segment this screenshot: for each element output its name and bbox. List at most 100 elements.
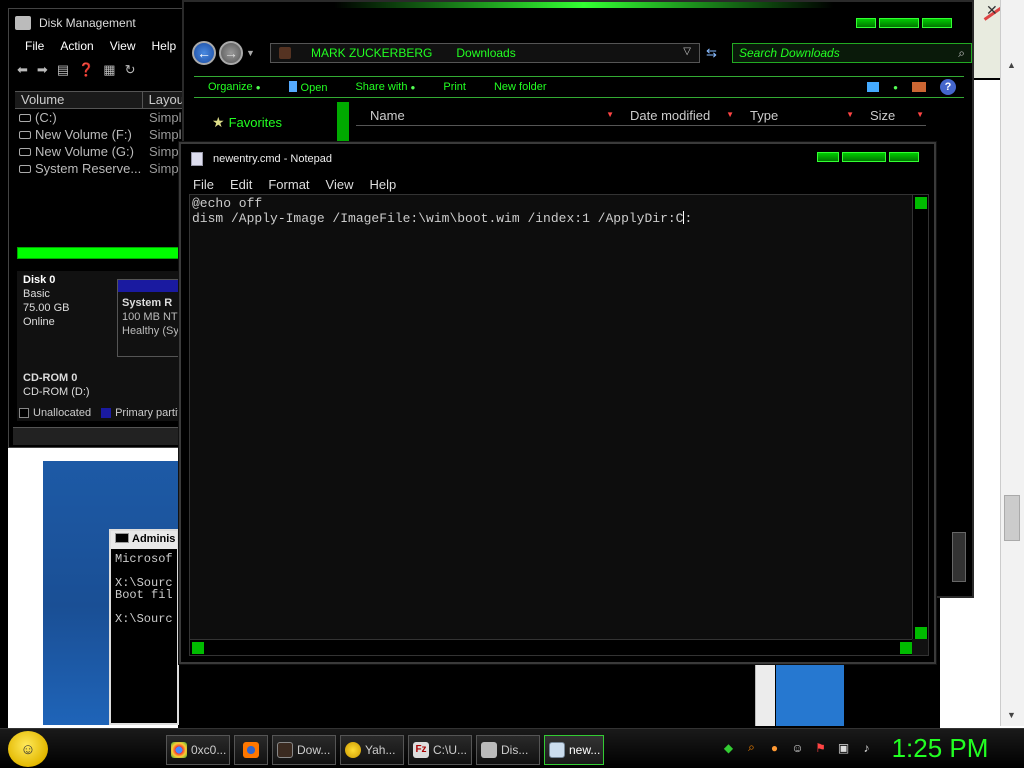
menu-file[interactable]: File <box>193 177 214 192</box>
column-volume[interactable]: Volume <box>15 92 143 108</box>
column-name[interactable]: Name ▼ <box>356 106 616 126</box>
messenger-tray-icon[interactable]: ● <box>766 739 783 756</box>
search-icon[interactable]: ⌕ <box>743 739 760 756</box>
close-button[interactable] <box>889 152 919 162</box>
breadcrumb-downloads[interactable]: Downloads <box>456 46 515 62</box>
scroll-up-button[interactable] <box>915 197 927 209</box>
address-dropdown-icon[interactable]: ▽ <box>683 46 691 57</box>
view-options-icon[interactable]: ● <box>893 83 898 92</box>
taskbar-item-firefox[interactable] <box>234 735 268 765</box>
volume-row[interactable]: System Reserve... Simp <box>15 160 185 177</box>
legend: Unallocated Primary partiti <box>19 407 183 419</box>
cdrom-info[interactable]: CD-ROM 0 CD-ROM (D:) <box>23 371 90 399</box>
favorites-item[interactable]: ★ Favorites <box>194 114 349 131</box>
notepad-icon <box>191 152 203 166</box>
network-icon[interactable]: ▣ <box>835 739 852 756</box>
back-button[interactable]: ← <box>192 41 216 65</box>
refresh-icon[interactable]: ↻ <box>125 62 136 78</box>
taskbar-item-filezilla[interactable]: Fz C:\U... <box>408 735 472 765</box>
cdrom-name: CD-ROM 0 <box>23 372 78 384</box>
change-view-icon[interactable] <box>867 82 880 92</box>
taskbar-item-disk-management[interactable]: Dis... <box>476 735 540 765</box>
minimize-button[interactable] <box>856 18 876 28</box>
volume-row[interactable]: New Volume (F:) Simpl <box>15 126 185 143</box>
drive-icon <box>19 131 31 139</box>
taskbar-item-yahoo[interactable]: Yah... <box>340 735 404 765</box>
open-button[interactable]: Open <box>288 80 328 94</box>
new-folder-button[interactable]: New folder <box>494 81 547 93</box>
taskbar-item-downloads[interactable]: Dow... <box>272 735 336 765</box>
resize-grip[interactable] <box>912 639 928 655</box>
notepad-text-area[interactable]: @echo off dism /Apply-Image /ImageFile:\w… <box>189 194 929 656</box>
close-button[interactable] <box>922 18 952 28</box>
help-icon[interactable]: ❓ <box>78 62 94 78</box>
nav-pane-scrollbar[interactable] <box>337 102 349 142</box>
disk0-info[interactable]: Disk 0 Basic 75.00 GB Online <box>23 273 69 329</box>
dm-menu-help[interactable]: Help <box>152 39 177 57</box>
forward-button[interactable]: → <box>219 41 243 65</box>
scroll-down-button[interactable] <box>915 627 927 639</box>
taskbar-item-chrome[interactable]: 0xc0... <box>166 735 230 765</box>
volume-row[interactable]: New Volume (G:) Simp <box>15 143 185 160</box>
dm-horizontal-scrollbar[interactable] <box>17 247 185 259</box>
column-date-modified[interactable]: Date modified ▼ <box>616 106 736 126</box>
command-prompt-window[interactable]: Adminis Microsof X:\Sourc Boot fil X:\Sou… <box>109 529 179 725</box>
notepad-horizontal-scrollbar[interactable] <box>190 639 914 655</box>
clock[interactable]: 1:25 PM <box>880 733 1000 764</box>
dm-menu-action[interactable]: Action <box>60 39 93 57</box>
console-tree-icon[interactable]: ▤ <box>57 62 69 78</box>
notepad-vertical-scrollbar[interactable] <box>912 195 928 641</box>
start-button-smiley-icon[interactable]: ☺ <box>8 731 48 767</box>
explorer-scrollbar-thumb[interactable] <box>952 532 966 582</box>
scroll-right-button[interactable] <box>900 642 912 654</box>
help-icon[interactable]: ? <box>940 79 956 95</box>
scroll-up-icon[interactable]: ▲ <box>1007 60 1016 70</box>
menu-format[interactable]: Format <box>268 177 309 192</box>
organize-button[interactable]: Organize ● <box>208 81 261 93</box>
volume-icon[interactable]: ♪ <box>858 739 875 756</box>
window-controls <box>856 18 952 30</box>
maximize-button[interactable] <box>879 18 919 28</box>
print-button[interactable]: Print <box>443 81 466 93</box>
dm-menu-view[interactable]: View <box>110 39 136 57</box>
dm-titlebar: Disk Management <box>9 9 183 37</box>
maximize-button[interactable] <box>842 152 886 162</box>
share-with-button[interactable]: Share with ● <box>355 81 415 93</box>
preview-pane-icon[interactable] <box>912 82 926 92</box>
column-layout[interactable]: Layou <box>143 92 185 108</box>
volume-list-header: Volume Layou <box>15 92 185 109</box>
menu-view[interactable]: View <box>326 177 354 192</box>
command-bar: Organize ● Open Share with ● Print New f… <box>194 76 964 98</box>
column-type[interactable]: Type ▼ <box>736 106 856 126</box>
menu-help[interactable]: Help <box>369 177 396 192</box>
taskbar-item-label: Dis... <box>501 743 529 757</box>
taskbar-item-notepad[interactable]: new... <box>544 735 604 765</box>
volume-name: (C:) <box>35 110 57 125</box>
open-label: Open <box>300 81 328 94</box>
back-arrow-icon[interactable]: ⬅ <box>17 62 28 78</box>
scroll-left-button[interactable] <box>192 642 204 654</box>
menu-edit[interactable]: Edit <box>230 177 252 192</box>
search-input[interactable]: Search Downloads ⌕ <box>732 43 972 63</box>
recent-pages-icon[interactable]: ▼ <box>246 48 255 58</box>
network-status-icon[interactable]: ◆ <box>720 739 737 756</box>
dm-menu-file[interactable]: File <box>25 39 44 57</box>
scroll-down-icon[interactable]: ▼ <box>1007 710 1016 720</box>
search-icon[interactable]: ⌕ <box>958 46 965 61</box>
volume-row[interactable]: (C:) Simpl <box>15 109 185 126</box>
smiley-tray-icon[interactable]: ☺ <box>789 739 806 756</box>
breadcrumb-user[interactable]: MARK ZUCKERBERG <box>311 46 432 62</box>
column-size[interactable]: Size ▼ <box>856 106 926 126</box>
disk-management-icon <box>481 742 497 758</box>
forward-arrow-icon[interactable]: ➡ <box>37 62 48 78</box>
properties-icon[interactable]: ▦ <box>103 62 115 78</box>
background-scrollbar[interactable]: ▲ ▼ <box>1000 0 1024 726</box>
close-icon[interactable]: ✕ <box>986 2 998 19</box>
refresh-icon[interactable]: ⇆ <box>706 45 717 61</box>
scrollbar-thumb[interactable] <box>1004 495 1020 541</box>
minimize-button[interactable] <box>817 152 839 162</box>
system-reserved-partition[interactable]: System R 100 MB NT Healthy (Sy <box>117 279 185 357</box>
action-center-icon[interactable]: ⚑ <box>812 739 829 756</box>
volume-name: System Reserve... <box>35 161 142 176</box>
address-bar[interactable]: MARK ZUCKERBERG Downloads ▽ <box>270 43 700 63</box>
